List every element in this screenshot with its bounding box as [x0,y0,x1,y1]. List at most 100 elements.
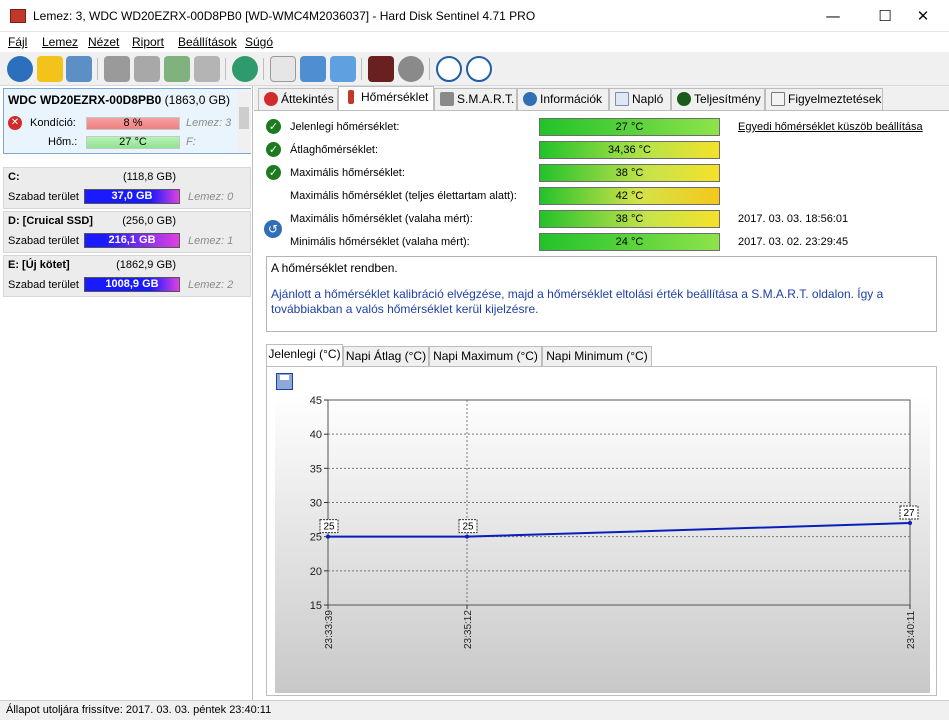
disk-icon[interactable] [194,56,220,82]
help-icon[interactable] [436,56,462,82]
advice-message: Ajánlott a hőmérséklet kalibráció elvégz… [271,287,884,316]
tab-performance[interactable]: Teljesítmény [671,88,765,110]
minimize-button[interactable]: — [810,0,856,32]
disk-card-scrollbar[interactable] [237,89,251,153]
x-tick-label: 23:40:11 [906,610,917,649]
y-tick-label: 40 [310,429,322,441]
temp-row-value: 27 °C [615,121,644,133]
tab-temperature[interactable]: Hőmérséklet [338,86,434,110]
menu-help[interactable]: Súgó [245,35,273,49]
volume-free-label: Szabad terület [8,191,79,203]
disk-icon [440,92,454,106]
chart-background [275,393,930,693]
close-button[interactable]: ✕ [900,0,946,32]
disk-card[interactable]: WDC WD20EZRX-00D8PB0 (1863,0 GB) ✕ Kondí… [3,88,251,154]
toolbar-separator [225,58,226,80]
tab-overview[interactable]: Áttekintés [258,88,338,110]
x-tick-label: 23:33:39 [324,610,335,649]
temp-row: ✓ Átlaghőmérséklet: 34,36 °C [254,139,949,161]
window-title: Lemez: 3, WDC WD20EZRX-00D8PB0 [WD-WMC4M… [33,9,536,23]
volume-free-bar: 37,0 GB [84,189,180,204]
temperature-chart: 15 20 25 30 35 40 45 23:33:39 23:35:12 23:40:11 25… [275,393,930,693]
toolbar-separator [263,58,264,80]
volume-free-bar: 216,1 GB [84,233,180,248]
transfer-icon[interactable] [300,56,326,82]
status-text: Állapot utoljára frissítve: 2017. 03. 03… [6,704,272,716]
app-icon [10,9,26,23]
speaker-icon[interactable] [398,56,424,82]
temp-row: ✓ Jelenlegi hőmérséklet: 27 °C Egyedi hő… [254,116,949,138]
back-arrow-icon[interactable]: ↺ [264,220,282,238]
globe-icon[interactable] [232,56,258,82]
data-label: 27 [903,508,915,519]
document-icon[interactable] [270,56,296,82]
info-icon [523,92,537,106]
check-icon: ✓ [266,142,281,157]
temp-bar: 27 °C [86,136,180,149]
thermometer-icon [348,90,354,104]
volume-item[interactable]: C: (118,8 GB) Szabad terület 37,0 GB Lem… [3,167,251,209]
condition-disk: Lemez: 3 [186,117,232,129]
temp-row-bar: 34,36 °C [539,141,720,159]
tab-information[interactable]: Információk [517,88,609,110]
condition-label: Kondíció: [30,117,76,129]
warning-icon[interactable] [37,56,63,82]
tab-current[interactable]: Jelenlegi (°C) [266,344,343,366]
tab-daily-minimum[interactable]: Napi Minimum (°C) [542,346,652,366]
temp-row-value: 24 °C [615,236,644,248]
data-point [465,534,469,539]
temp-row-date: 2017. 03. 03. 18:56:01 [738,213,849,225]
menu-disk[interactable]: Lemez [42,35,78,49]
toolbar-separator [97,58,98,80]
tab-daily-average[interactable]: Napi Átlag (°C) [343,346,429,366]
toolbar [0,52,949,86]
menu-file[interactable]: Fájl [8,35,27,49]
data-label: 25 [462,522,474,533]
volume-free-label: Szabad terület [8,235,79,247]
volume-free-label: Szabad terület [8,279,79,291]
data-label: 25 [323,522,335,533]
temp-row: Maximális hőmérséklet (teljes élettartam… [254,185,949,207]
disk-icon[interactable] [104,56,130,82]
volume-item[interactable]: D: [Cruical SSD] (256,0 GB) Szabad terül… [3,211,251,253]
custom-threshold-link[interactable]: Egyedi hőmérséklet küszöb beállítása [738,121,923,133]
report-icon[interactable] [66,56,92,82]
menu-report[interactable]: Riport [132,35,164,49]
temp-row-label: Minimális hőmérséklet (valaha mért): [290,236,470,248]
error-icon: ✕ [8,116,22,130]
tab-daily-maximum[interactable]: Napi Maximum (°C) [429,346,542,366]
refresh-icon[interactable] [7,56,33,82]
tab-alerts[interactable]: Figyelmeztetések [765,88,883,110]
log-icon [615,92,629,106]
temp-row: Maximális hőmérséklet (valaha mért): 38 … [254,208,949,230]
menu-settings[interactable]: Beállítások [178,35,237,49]
disk-icon[interactable] [164,56,190,82]
toolbar-separator [429,58,430,80]
temp-row-value: 42 °C [615,190,644,202]
menu-view[interactable]: Nézet [88,35,119,49]
volume-size: (256,0 GB) [122,215,176,227]
chart-icon[interactable] [368,56,394,82]
temp-row-bar: 27 °C [539,118,720,136]
save-icon[interactable] [276,373,293,390]
temp-row-value: 34,36 °C [608,144,651,156]
volume-disk: Lemez: 1 [188,235,234,247]
chart-panel: 15 20 25 30 35 40 45 23:33:39 23:35:12 23:40:11 25… [266,366,937,696]
gauge-icon [677,92,691,106]
check-icon: ✓ [266,165,281,180]
y-tick-label: 20 [310,566,322,578]
tab-smart[interactable]: S.M.A.R.T. [434,88,517,110]
volume-disk: Lemez: 2 [188,279,234,291]
info-icon[interactable] [466,56,492,82]
check-icon: ✓ [266,119,281,134]
error-icon [264,92,278,106]
volume-item[interactable]: E: [Új kötet] (1862,9 GB) Szabad terület… [3,255,251,297]
data-point [326,534,330,539]
main-tabs: Áttekintés Hőmérséklet S.M.A.R.T. Inform… [254,86,949,110]
tab-log[interactable]: Napló [609,88,671,110]
network-icon[interactable] [330,56,356,82]
y-tick-label: 30 [310,498,322,510]
volume-free-bar: 1008,9 GB [84,277,180,292]
temp-row-bar: 38 °C [539,164,720,182]
disk-icon[interactable] [134,56,160,82]
